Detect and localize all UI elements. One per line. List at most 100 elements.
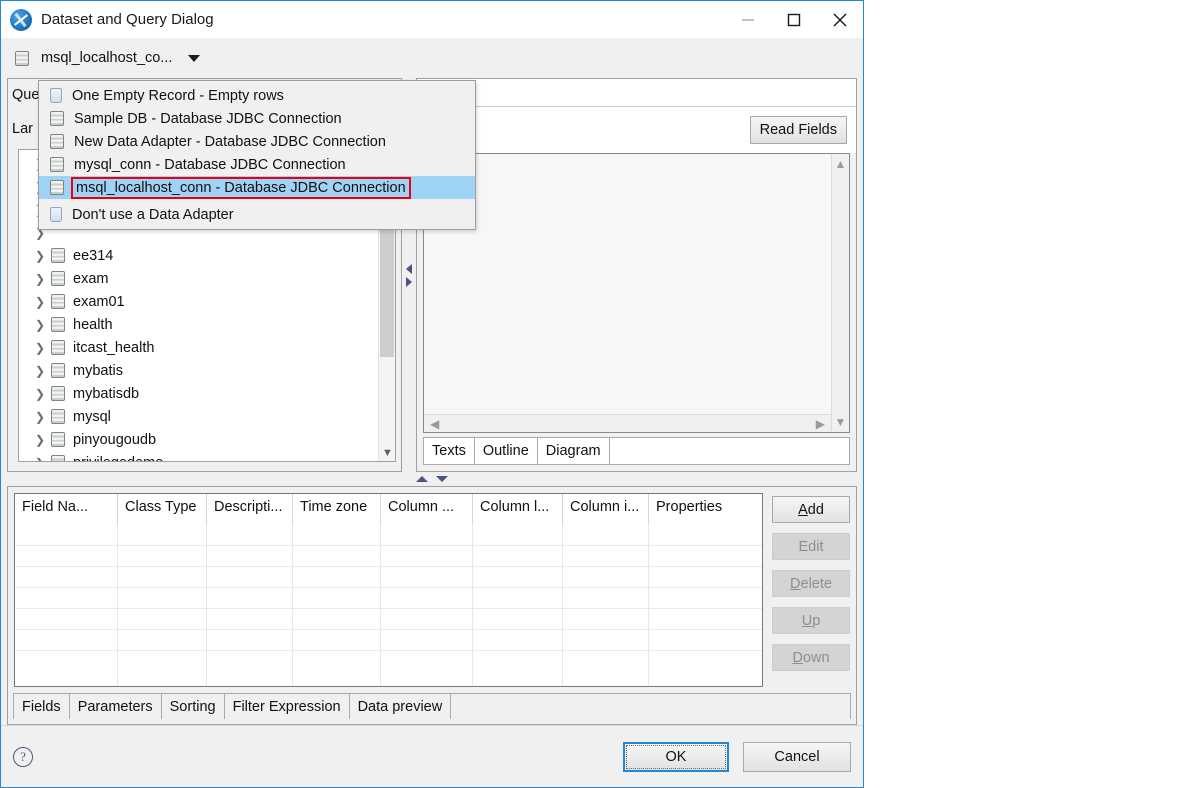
database-icon — [51, 294, 65, 309]
up-button: Up — [772, 607, 850, 634]
chevron-down-icon[interactable] — [188, 54, 201, 62]
table-row[interactable] — [15, 608, 762, 609]
collapse-right-icon[interactable] — [406, 276, 412, 287]
database-icon — [51, 455, 65, 461]
cancel-button[interactable]: Cancel — [743, 741, 851, 772]
table-column — [118, 524, 207, 686]
dropdown-item-label: msql_localhost_conn - Database JDBC Conn… — [71, 176, 411, 199]
tree-item[interactable]: ❯ health — [19, 313, 378, 336]
document-icon — [50, 88, 62, 103]
column-header[interactable]: Column i... — [563, 494, 649, 524]
scroll-down-icon[interactable]: ▼ — [379, 444, 395, 461]
dropdown-item[interactable]: mysql_conn - Database JDBC Connection — [39, 153, 475, 176]
chevron-right-icon[interactable]: ❯ — [35, 411, 51, 423]
scroll-up-icon[interactable]: ▲ — [835, 157, 847, 171]
column-header[interactable]: Time zone — [293, 494, 381, 524]
table-row[interactable] — [15, 566, 762, 567]
tree-item[interactable]: ❯ ee314 — [19, 244, 378, 267]
dropdown-item-label: Don't use a Data Adapter — [72, 206, 234, 223]
column-header[interactable]: Field Na... — [15, 494, 118, 524]
tree-item-label: pinyougoudb — [73, 431, 157, 448]
scroll-right-icon[interactable]: ▶ — [816, 417, 825, 431]
dropdown-item[interactable]: One Empty Record - Empty rows — [39, 84, 475, 107]
minimize-icon[interactable] — [725, 1, 771, 38]
tab-fields[interactable]: Fields — [13, 693, 70, 719]
database-icon — [51, 386, 65, 401]
read-fields-button[interactable]: Read Fields — [749, 116, 847, 144]
column-header[interactable]: Column ... — [381, 494, 473, 524]
data-adapter-dropdown[interactable]: One Empty Record - Empty rows Sample DB -… — [38, 80, 476, 230]
tree-item[interactable]: ❯ mysql — [19, 405, 378, 428]
table-row[interactable] — [15, 587, 762, 588]
tab-filter-expression[interactable]: Filter Expression — [224, 693, 350, 719]
editor-tab-filler — [609, 437, 850, 464]
tab-parameters[interactable]: Parameters — [69, 693, 162, 719]
query-editor[interactable]: ◀ ▶ ▲ ▼ — [423, 153, 850, 433]
chevron-right-icon[interactable]: ❯ — [35, 365, 51, 377]
scroll-down-icon[interactable]: ▼ — [835, 415, 847, 429]
tree-item[interactable]: ❯ exam — [19, 267, 378, 290]
chevron-right-icon[interactable]: ❯ — [35, 434, 51, 446]
column-header[interactable]: Descripti... — [207, 494, 293, 524]
tree-item[interactable]: ❯ mybatis — [19, 359, 378, 382]
database-icon — [50, 157, 64, 172]
button-mnemonic: D — [790, 575, 801, 592]
table-row[interactable] — [15, 629, 762, 630]
query-editor-textarea[interactable] — [424, 154, 831, 414]
table-row[interactable] — [15, 650, 762, 651]
column-header[interactable]: Column l... — [473, 494, 563, 524]
dropdown-item[interactable]: Don't use a Data Adapter — [39, 203, 475, 226]
horizontal-splitter[interactable] — [7, 472, 857, 486]
add-button[interactable]: Add — [772, 496, 850, 523]
button-label: p — [812, 612, 821, 629]
tree-item[interactable]: ❯ mybatisdb — [19, 382, 378, 405]
dropdown-item[interactable]: msql_localhost_conn - Database JDBC Conn… — [39, 176, 475, 199]
close-icon[interactable] — [817, 1, 863, 38]
database-icon — [50, 134, 64, 149]
table-column — [207, 524, 293, 686]
database-icon — [51, 248, 65, 263]
button-mnemonic: D — [792, 649, 803, 666]
tree-item[interactable]: ❯ itcast_health — [19, 336, 378, 359]
document-icon — [50, 207, 62, 222]
ok-button[interactable]: OK — [623, 741, 729, 772]
table-row[interactable] — [15, 545, 762, 546]
data-adapter-combo[interactable]: msql_localhost_co... — [1, 38, 863, 78]
editor-tab-outline[interactable]: Outline — [474, 437, 538, 464]
column-header[interactable]: Class Type — [118, 494, 207, 524]
help-icon[interactable]: ? — [13, 746, 33, 767]
database-icon — [51, 409, 65, 424]
chevron-right-icon[interactable]: ❯ — [35, 296, 51, 308]
editor-horizontal-scrollbar[interactable]: ◀ ▶ — [424, 414, 831, 432]
chevron-right-icon[interactable]: ❯ — [35, 273, 51, 285]
chevron-right-icon[interactable]: ❯ — [35, 457, 51, 462]
dropdown-item[interactable]: Sample DB - Database JDBC Connection — [39, 107, 475, 130]
button-label: elete — [800, 575, 832, 592]
chevron-right-icon[interactable]: ❯ — [35, 388, 51, 400]
fields-table[interactable]: Field Na... Class Type Descripti... Time zo… — [14, 493, 763, 687]
tab-data-preview[interactable]: Data preview — [349, 693, 452, 719]
editor-vertical-scrollbar[interactable]: ▲ ▼ — [831, 154, 849, 432]
maximize-icon[interactable] — [771, 1, 817, 38]
scroll-left-icon[interactable]: ◀ — [430, 417, 439, 431]
data-adapter-value: msql_localhost_co... — [41, 50, 173, 66]
tree-item[interactable]: ❯ exam01 — [19, 290, 378, 313]
tree-item[interactable]: ❯ privilegedemo — [19, 451, 378, 462]
tree-item[interactable]: ❯ pinyougoudb — [19, 428, 378, 451]
dropdown-item[interactable]: New Data Adapter - Database JDBC Connect… — [39, 130, 475, 153]
tab-sorting[interactable]: Sorting — [161, 693, 225, 719]
chevron-right-icon[interactable]: ❯ — [35, 342, 51, 354]
collapse-left-icon[interactable] — [406, 263, 412, 274]
chevron-right-icon[interactable]: ❯ — [35, 250, 51, 262]
table-column — [563, 524, 649, 686]
tree-item-label: mybatisdb — [73, 385, 140, 402]
collapse-down-icon[interactable] — [436, 476, 448, 482]
column-header[interactable]: Properties — [649, 494, 762, 524]
collapse-up-icon[interactable] — [416, 476, 428, 482]
dataset-tab-bar: Fields Parameters Sorting Filter Expression… — [13, 693, 856, 719]
fields-table-body[interactable] — [15, 524, 762, 686]
read-fields-row: Read Fields — [417, 107, 856, 153]
chevron-right-icon[interactable]: ❯ — [35, 319, 51, 331]
editor-tab-texts[interactable]: Texts — [423, 437, 475, 464]
editor-tab-diagram[interactable]: Diagram — [537, 437, 610, 464]
